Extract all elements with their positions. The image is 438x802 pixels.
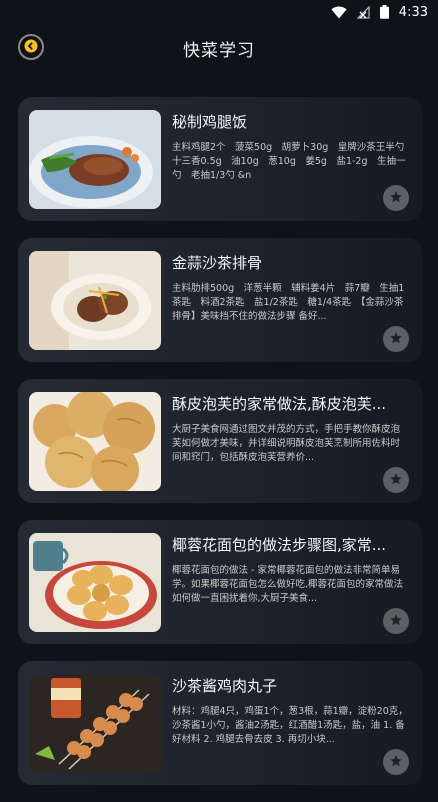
recipe-image: [29, 110, 161, 209]
star-icon: [389, 189, 403, 208]
favorite-button[interactable]: [383, 467, 409, 493]
favorite-button[interactable]: [383, 326, 409, 352]
recipe-title: 金蒜沙茶排骨: [172, 254, 263, 272]
recipe-description: 主料肋排500g 洋葱半颗 辅料姜4片 蒜7瓣 生抽1茶匙 料酒2茶匙 盐1/2…: [172, 283, 405, 322]
no-signal-icon: [356, 5, 370, 19]
battery-icon: [379, 5, 389, 19]
recipe-card[interactable]: 金蒜沙茶排骨 主料肋排500g 洋葱半颗 辅料姜4片 蒜7瓣 生抽1茶匙 料酒2…: [18, 238, 422, 362]
recipe-description: 主料鸡腿2个 菠菜50g 胡萝卜30g 皇牌沙茶王半勺 十三香0.5g 油10g…: [172, 142, 408, 181]
recipe-list: 秘制鸡腿饭 主料鸡腿2个 菠菜50g 胡萝卜30g 皇牌沙茶王半勺 十三香0.5…: [18, 97, 422, 802]
recipe-card[interactable]: 沙茶酱鸡肉丸子 材料：鸡腿4只，鸡蛋1个，葱3根，蒜1瓣，淀粉20克，沙茶酱1小…: [18, 661, 422, 785]
recipe-card[interactable]: 椰蓉花面包的做法步骤图,家常... 椰蓉花面包的做法 - 家常椰蓉花面包的做法非…: [18, 520, 422, 644]
recipe-title: 椰蓉花面包的做法步骤图,家常...: [172, 536, 387, 554]
star-icon: [389, 753, 403, 772]
page-title: 快菜学习: [183, 41, 255, 61]
recipe-title: 酥皮泡芙的家常做法,酥皮泡芙...: [172, 395, 387, 413]
star-icon: [389, 330, 403, 349]
status-bar: 4:33: [0, 0, 438, 24]
recipe-description: 椰蓉花面包的做法 - 家常椰蓉花面包的做法非常简单易学。如果椰蓉花面包怎么做好吃…: [172, 565, 404, 604]
recipe-title: 秘制鸡腿饭: [172, 113, 248, 131]
recipe-image: [29, 533, 161, 632]
recipe-image: [29, 392, 161, 491]
star-icon: [389, 471, 403, 490]
favorite-button[interactable]: [383, 185, 409, 211]
favorite-button[interactable]: [383, 608, 409, 634]
status-time: 4:33: [398, 4, 428, 20]
recipe-description: 材料：鸡腿4只，鸡蛋1个，葱3根，蒜1瓣，淀粉20克，沙茶酱1小勺，酱油2汤匙，…: [172, 706, 408, 745]
recipe-description: 大厨子美食网通过图文并茂的方式，手把手教你酥皮泡芙如何做才美味，并详细说明酥皮泡…: [172, 424, 401, 463]
recipe-card[interactable]: 酥皮泡芙的家常做法,酥皮泡芙... 大厨子美食网通过图文并茂的方式，手把手教你酥…: [18, 379, 422, 503]
recipe-title: 沙茶酱鸡肉丸子: [172, 677, 278, 695]
app-header: 快菜学习: [0, 26, 438, 70]
favorite-button[interactable]: [383, 749, 409, 775]
recipe-card[interactable]: 秘制鸡腿饭 主料鸡腿2个 菠菜50g 胡萝卜30g 皇牌沙茶王半勺 十三香0.5…: [18, 97, 422, 221]
recipe-image: [29, 251, 161, 350]
star-icon: [389, 612, 403, 631]
recipe-image: [29, 674, 161, 773]
wifi-icon: [331, 6, 347, 19]
